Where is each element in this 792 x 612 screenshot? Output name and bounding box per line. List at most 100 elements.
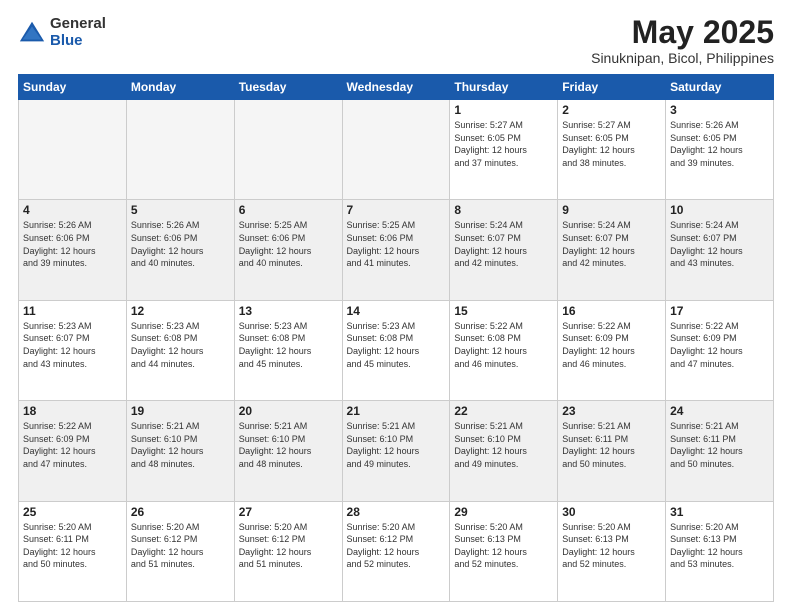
day-info: Sunrise: 5:20 AM Sunset: 6:13 PM Dayligh…	[562, 521, 661, 571]
day-number: 18	[23, 404, 122, 418]
day-number: 2	[562, 103, 661, 117]
day-info: Sunrise: 5:27 AM Sunset: 6:05 PM Dayligh…	[562, 119, 661, 169]
day-info: Sunrise: 5:22 AM Sunset: 6:09 PM Dayligh…	[23, 420, 122, 470]
day-info: Sunrise: 5:22 AM Sunset: 6:08 PM Dayligh…	[454, 320, 553, 370]
day-number: 12	[131, 304, 230, 318]
calendar-day: 18 Sunrise: 5:22 AM Sunset: 6:09 PM Dayli…	[19, 401, 127, 501]
calendar-day: 4 Sunrise: 5:26 AM Sunset: 6:06 PM Daylig…	[19, 200, 127, 300]
day-info: Sunrise: 5:26 AM Sunset: 6:06 PM Dayligh…	[131, 219, 230, 269]
calendar-day: 26 Sunrise: 5:20 AM Sunset: 6:12 PM Dayli…	[126, 501, 234, 601]
day-number: 28	[347, 505, 446, 519]
day-number: 30	[562, 505, 661, 519]
day-number: 14	[347, 304, 446, 318]
day-info: Sunrise: 5:21 AM Sunset: 6:11 PM Dayligh…	[670, 420, 769, 470]
day-number: 29	[454, 505, 553, 519]
day-number: 3	[670, 103, 769, 117]
logo-blue-text: Blue	[50, 33, 106, 50]
day-number: 21	[347, 404, 446, 418]
day-info: Sunrise: 5:23 AM Sunset: 6:08 PM Dayligh…	[347, 320, 446, 370]
calendar-day: 7Sunrise: 5:25 AM Sunset: 6:06 PM Daylig…	[342, 200, 450, 300]
calendar-day: 20 Sunrise: 5:21 AM Sunset: 6:10 PM Dayli…	[234, 401, 342, 501]
header: General Blue May 2025 Sinuknipan, Bicol,…	[18, 16, 774, 66]
title-block: May 2025 Sinuknipan, Bicol, Philippines	[591, 16, 774, 66]
calendar-day: 21 Sunrise: 5:21 AM Sunset: 6:10 PM Dayli…	[342, 401, 450, 501]
col-friday: Friday	[558, 75, 666, 100]
calendar-day: 22 Sunrise: 5:21 AM Sunset: 6:10 PM Dayli…	[450, 401, 558, 501]
calendar-day	[19, 100, 127, 200]
day-number: 24	[670, 404, 769, 418]
day-info: Sunrise: 5:21 AM Sunset: 6:10 PM Dayligh…	[239, 420, 338, 470]
day-number: 6	[239, 203, 338, 217]
logo-text: General Blue	[50, 16, 106, 49]
page: General Blue May 2025 Sinuknipan, Bicol,…	[0, 0, 792, 612]
day-number: 8	[454, 203, 553, 217]
calendar-day: 14 Sunrise: 5:23 AM Sunset: 6:08 PM Dayli…	[342, 300, 450, 400]
day-info: Sunrise: 5:22 AM Sunset: 6:09 PM Dayligh…	[562, 320, 661, 370]
calendar-day: 27Sunrise: 5:20 AM Sunset: 6:12 PM Dayli…	[234, 501, 342, 601]
day-info: Sunrise: 5:21 AM Sunset: 6:10 PM Dayligh…	[454, 420, 553, 470]
day-info: Sunrise: 5:23 AM Sunset: 6:07 PM Dayligh…	[23, 320, 122, 370]
day-info: Sunrise: 5:20 AM Sunset: 6:12 PM Dayligh…	[131, 521, 230, 571]
day-number: 23	[562, 404, 661, 418]
calendar-week-4: 18 Sunrise: 5:22 AM Sunset: 6:09 PM Dayli…	[19, 401, 774, 501]
logo-general: General	[50, 16, 106, 33]
day-number: 31	[670, 505, 769, 519]
calendar-day: 19 Sunrise: 5:21 AM Sunset: 6:10 PM Dayli…	[126, 401, 234, 501]
calendar-day: 30 Sunrise: 5:20 AM Sunset: 6:13 PM Dayli…	[558, 501, 666, 601]
day-info: Sunrise: 5:21 AM Sunset: 6:10 PM Dayligh…	[347, 420, 446, 470]
day-number: 25	[23, 505, 122, 519]
title-location: Sinuknipan, Bicol, Philippines	[591, 50, 774, 66]
calendar-header-row: Sunday Monday Tuesday Wednesday Thursday…	[19, 75, 774, 100]
day-number: 20	[239, 404, 338, 418]
logo: General Blue	[18, 16, 106, 49]
day-number: 15	[454, 304, 553, 318]
calendar-day: 15 Sunrise: 5:22 AM Sunset: 6:08 PM Dayli…	[450, 300, 558, 400]
day-info: Sunrise: 5:24 AM Sunset: 6:07 PM Dayligh…	[562, 219, 661, 269]
day-number: 27	[239, 505, 338, 519]
calendar-day: 31Sunrise: 5:20 AM Sunset: 6:13 PM Dayli…	[666, 501, 774, 601]
calendar-week-2: 4 Sunrise: 5:26 AM Sunset: 6:06 PM Daylig…	[19, 200, 774, 300]
calendar-day: 6 Sunrise: 5:25 AM Sunset: 6:06 PM Daylig…	[234, 200, 342, 300]
col-tuesday: Tuesday	[234, 75, 342, 100]
col-sunday: Sunday	[19, 75, 127, 100]
col-saturday: Saturday	[666, 75, 774, 100]
col-thursday: Thursday	[450, 75, 558, 100]
day-number: 16	[562, 304, 661, 318]
day-info: Sunrise: 5:26 AM Sunset: 6:06 PM Dayligh…	[23, 219, 122, 269]
calendar-day: 12 Sunrise: 5:23 AM Sunset: 6:08 PM Dayli…	[126, 300, 234, 400]
calendar-day: 9 Sunrise: 5:24 AM Sunset: 6:07 PM Daylig…	[558, 200, 666, 300]
day-info: Sunrise: 5:20 AM Sunset: 6:13 PM Dayligh…	[454, 521, 553, 571]
calendar-day: 29 Sunrise: 5:20 AM Sunset: 6:13 PM Dayli…	[450, 501, 558, 601]
day-info: Sunrise: 5:25 AM Sunset: 6:06 PM Dayligh…	[239, 219, 338, 269]
calendar-day: 25 Sunrise: 5:20 AM Sunset: 6:11 PM Dayli…	[19, 501, 127, 601]
day-number: 5	[131, 203, 230, 217]
day-number: 17	[670, 304, 769, 318]
day-info: Sunrise: 5:20 AM Sunset: 6:11 PM Dayligh…	[23, 521, 122, 571]
calendar-day: 8Sunrise: 5:24 AM Sunset: 6:07 PM Daylig…	[450, 200, 558, 300]
day-number: 22	[454, 404, 553, 418]
day-number: 19	[131, 404, 230, 418]
title-month: May 2025	[591, 16, 774, 48]
day-info: Sunrise: 5:21 AM Sunset: 6:10 PM Dayligh…	[131, 420, 230, 470]
calendar-day	[126, 100, 234, 200]
day-number: 9	[562, 203, 661, 217]
calendar-week-1: 1 Sunrise: 5:27 AM Sunset: 6:05 PM Daylig…	[19, 100, 774, 200]
day-info: Sunrise: 5:23 AM Sunset: 6:08 PM Dayligh…	[131, 320, 230, 370]
calendar-day: 23 Sunrise: 5:21 AM Sunset: 6:11 PM Dayli…	[558, 401, 666, 501]
calendar-day: 11Sunrise: 5:23 AM Sunset: 6:07 PM Dayli…	[19, 300, 127, 400]
day-info: Sunrise: 5:21 AM Sunset: 6:11 PM Dayligh…	[562, 420, 661, 470]
calendar-day	[342, 100, 450, 200]
day-number: 26	[131, 505, 230, 519]
calendar-week-3: 11Sunrise: 5:23 AM Sunset: 6:07 PM Dayli…	[19, 300, 774, 400]
day-number: 7	[347, 203, 446, 217]
calendar-table: Sunday Monday Tuesday Wednesday Thursday…	[18, 74, 774, 602]
day-number: 1	[454, 103, 553, 117]
calendar-day: 17Sunrise: 5:22 AM Sunset: 6:09 PM Dayli…	[666, 300, 774, 400]
calendar-day: 2 Sunrise: 5:27 AM Sunset: 6:05 PM Daylig…	[558, 100, 666, 200]
day-number: 4	[23, 203, 122, 217]
col-wednesday: Wednesday	[342, 75, 450, 100]
logo-icon	[18, 19, 46, 47]
calendar-day: 3Sunrise: 5:26 AM Sunset: 6:05 PM Daylig…	[666, 100, 774, 200]
calendar-day: 13Sunrise: 5:23 AM Sunset: 6:08 PM Dayli…	[234, 300, 342, 400]
day-info: Sunrise: 5:23 AM Sunset: 6:08 PM Dayligh…	[239, 320, 338, 370]
